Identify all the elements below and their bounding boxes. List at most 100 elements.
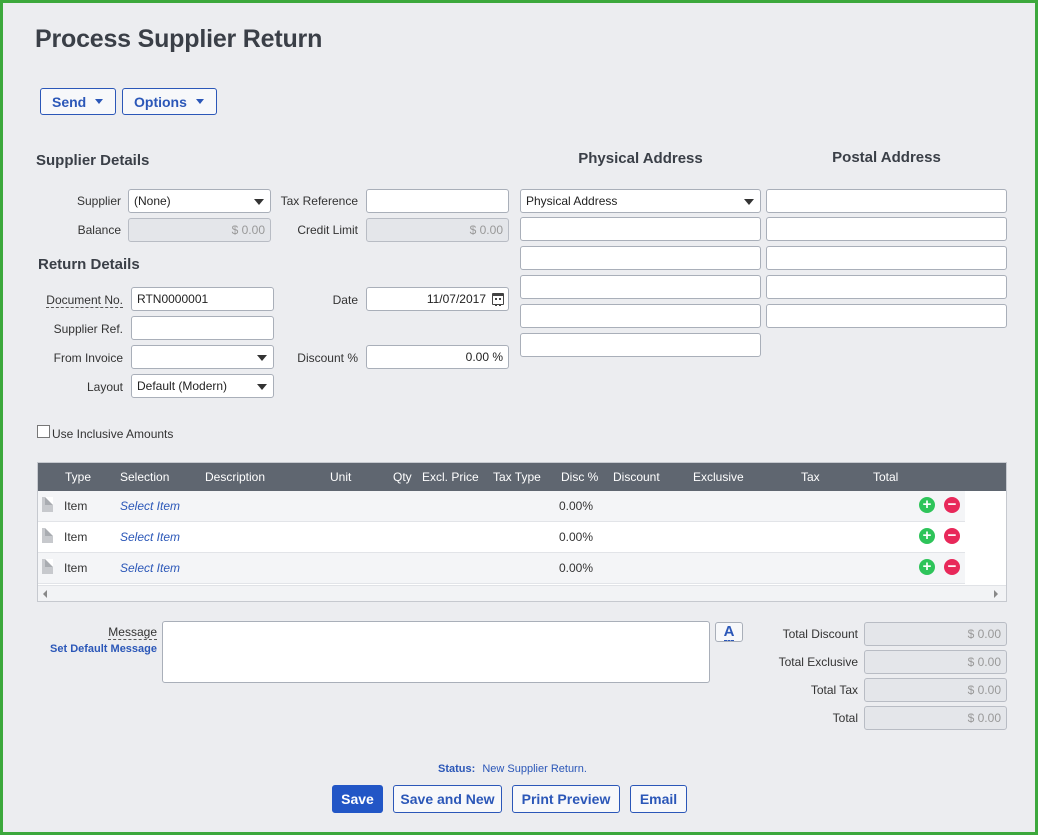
layout-value: Default (Modern) [137,379,228,393]
row-select-item-link[interactable]: Select Item [120,499,180,513]
tax-reference-input[interactable] [366,189,509,213]
plus-circle-icon[interactable]: + [919,559,935,575]
horizontal-scrollbar[interactable] [38,585,1006,601]
col-tax[interactable]: Tax [801,470,820,484]
document-icon [42,497,53,512]
supplier-ref-input[interactable] [131,316,274,340]
calendar-icon[interactable] [492,293,504,306]
col-description[interactable]: Description [205,470,265,484]
row-type: Item [64,530,88,544]
document-icon [42,559,53,574]
return-details-heading: Return Details [38,256,140,273]
date-value: 11/07/2017 [426,292,486,306]
set-default-message-link[interactable]: Set Default Message [33,643,157,655]
credit-limit-field: $ 0.00 [366,218,509,242]
supplier-value: (None) [134,194,171,208]
physical-address-select-value: Physical Address [526,194,618,208]
minus-circle-icon[interactable]: − [944,528,960,544]
col-tax-type[interactable]: Tax Type [493,470,541,484]
font-format-button[interactable]: A [715,622,743,642]
use-inclusive-amounts-label: Use Inclusive Amounts [52,427,174,441]
physical-address-line-5[interactable] [520,333,761,357]
from-invoice-select[interactable] [131,345,274,369]
table-row: Item Select Item 0.00% + − [38,491,965,522]
supplier-select[interactable]: (None) [128,189,271,213]
discount-label: Discount % [297,351,358,365]
total-discount-field: $ 0.00 [864,622,1007,646]
row-select-item-link[interactable]: Select Item [120,530,180,544]
col-selection[interactable]: Selection [120,470,169,484]
print-preview-button[interactable]: Print Preview [512,785,620,813]
postal-address-line-3[interactable] [766,246,1007,270]
message-label-text: Message [108,625,157,640]
table-row: Item Select Item 0.00% + − [38,553,965,584]
total-label: Total [832,711,858,725]
dropdown-arrow-icon [257,384,267,390]
physical-address-line-3[interactable] [520,275,761,299]
options-label: Options [134,93,187,110]
balance-field: $ 0.00 [128,218,271,242]
total-exclusive-field: $ 0.00 [864,650,1007,674]
col-qty[interactable]: Qty [393,470,412,484]
document-no-input[interactable]: RTN0000001 [131,287,274,311]
col-unit[interactable]: Unit [330,470,351,484]
discount-input[interactable]: 0.00 % [366,345,509,369]
chevron-down-icon [95,99,104,104]
use-inclusive-amounts-checkbox[interactable] [37,425,50,438]
chevron-down-icon [195,99,204,104]
row-disc: 0.00% [559,499,594,513]
physical-address-heading: Physical Address [578,150,703,167]
supplier-label: Supplier [76,194,121,208]
supplier-ref-label: Supplier Ref. [53,322,123,336]
dropdown-arrow-icon [257,355,267,361]
font-format-label: A [723,623,735,641]
scroll-left-icon[interactable] [43,590,47,598]
row-disc: 0.00% [559,530,594,544]
col-discount[interactable]: Discount [613,470,660,484]
plus-circle-icon[interactable]: + [919,497,935,513]
grid-header: Type Selection Description Unit Qty Excl… [38,463,1006,491]
total-discount-label: Total Discount [782,627,858,641]
physical-address-line-2[interactable] [520,246,761,270]
options-button[interactable]: Options [122,88,217,115]
postal-address-line-2[interactable] [766,217,1007,241]
message-label: Message [63,625,157,640]
credit-limit-label: Credit Limit [297,223,358,237]
total-field: $ 0.00 [864,706,1007,730]
col-disc-pct[interactable]: Disc % [561,470,598,484]
layout-select[interactable]: Default (Modern) [131,374,274,398]
table-row: Item Select Item 0.00% + − [38,522,965,553]
physical-address-select[interactable]: Physical Address [520,189,761,213]
send-label: Send [52,93,87,110]
postal-address-line-5[interactable] [766,304,1007,328]
tax-reference-label: Tax Reference [280,194,358,208]
message-textarea[interactable] [162,621,710,683]
save-button[interactable]: Save [332,785,383,813]
col-excl-price[interactable]: Excl. Price [422,470,479,484]
row-type: Item [64,499,88,513]
dropdown-arrow-icon [744,199,754,205]
col-exclusive[interactable]: Exclusive [693,470,744,484]
date-input[interactable]: 11/07/2017 [366,287,509,311]
row-type: Item [64,561,88,575]
plus-circle-icon[interactable]: + [919,528,935,544]
postal-address-line-1[interactable] [766,189,1007,213]
minus-circle-icon[interactable]: − [944,497,960,513]
save-and-new-button[interactable]: Save and New [393,785,502,813]
col-type[interactable]: Type [65,470,91,484]
send-button[interactable]: Send [40,88,117,115]
status-value: New Supplier Return. [482,763,587,775]
email-button[interactable]: Email [630,785,687,813]
minus-circle-icon[interactable]: − [944,559,960,575]
status-line: Status: New Supplier Return. [438,763,587,775]
document-no-label-text: Document No. [46,293,123,308]
from-invoice-label: From Invoice [53,351,123,365]
page-title: Process Supplier Return [35,25,323,53]
physical-address-line-1[interactable] [520,217,761,241]
row-select-item-link[interactable]: Select Item [120,561,180,575]
scroll-right-icon[interactable] [994,590,998,598]
physical-address-line-4[interactable] [520,304,761,328]
postal-address-line-4[interactable] [766,275,1007,299]
total-tax-label: Total Tax [810,683,858,697]
col-total[interactable]: Total [873,470,898,484]
